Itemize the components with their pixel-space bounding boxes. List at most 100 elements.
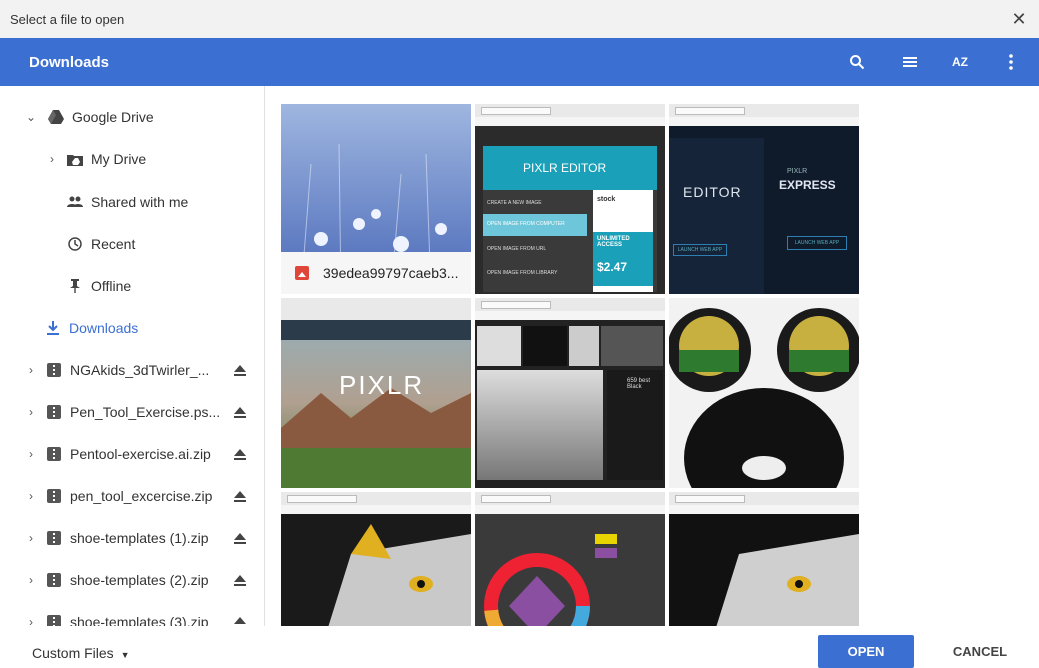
chevron-right-icon: › xyxy=(29,363,33,377)
sidebar-item-zip[interactable]: › NGAkids_3dTwirler_... xyxy=(26,349,264,391)
launch-web-app-button: LAUNCH WEB APP xyxy=(673,244,727,256)
sidebar-item-label: shoe-templates (2).zip xyxy=(70,572,209,588)
browser-chrome xyxy=(475,492,665,514)
file-thumbnail[interactable]: PIXLR xyxy=(281,298,471,488)
eject-icon[interactable] xyxy=(233,363,247,377)
sidebar-item-label: NGAkids_3dTwirler_... xyxy=(70,362,210,378)
folder-drive-icon xyxy=(67,151,83,167)
file-thumbnail[interactable]: EDITOR PIXLR EXPRESS LAUNCH WEB APP LAUN… xyxy=(669,104,859,294)
sidebar-item-zip[interactable]: › shoe-templates (2).zip xyxy=(26,559,264,601)
file-type-select[interactable]: Custom Files ▼ xyxy=(32,645,130,661)
zip-file-icon xyxy=(46,404,62,420)
sidebar-item-label: Pen_Tool_Exercise.ps... xyxy=(70,404,221,420)
menu-open-computer: OPEN IMAGE FROM COMPUTER xyxy=(487,221,565,227)
express-label: EXPRESS xyxy=(779,178,836,192)
google-drive-icon xyxy=(48,109,64,125)
eject-icon[interactable] xyxy=(233,447,247,461)
file-thumbnail[interactable] xyxy=(669,492,859,626)
sidebar-item-label: shoe-templates (3).zip xyxy=(70,614,209,626)
browser-chrome xyxy=(281,492,471,514)
sidebar: ⌄ Google Drive › My Drive Shared with me… xyxy=(0,86,265,626)
browser-chrome xyxy=(669,104,859,126)
file-thumbnail[interactable]: 39edea99797caeb3... xyxy=(281,104,471,294)
chevron-right-icon: › xyxy=(29,489,33,503)
eject-icon[interactable] xyxy=(233,573,247,587)
chevron-right-icon: › xyxy=(29,573,33,587)
zip-file-icon xyxy=(46,446,62,462)
list-view-icon[interactable] xyxy=(898,50,922,74)
file-thumbnail[interactable] xyxy=(475,492,665,626)
page-title: Downloads xyxy=(29,53,110,71)
zip-file-icon xyxy=(46,530,62,546)
pixlr-hero-title: PIXLR xyxy=(339,370,425,400)
eject-icon[interactable] xyxy=(233,489,247,503)
people-icon xyxy=(67,194,83,210)
clock-icon xyxy=(67,236,83,252)
sort-az-icon[interactable]: AZ xyxy=(948,50,972,74)
file-thumbnail[interactable]: PIXLR EDITOR CREATE A NEW IMAGE OPEN IMA… xyxy=(475,104,665,294)
file-picker-dialog: Select a file to open ✕ Downloads AZ ⌄ G… xyxy=(0,0,1039,668)
unlimited-access: UNLIMITED ACCESS xyxy=(597,236,630,248)
eject-icon[interactable] xyxy=(233,405,247,419)
sidebar-item-zip[interactable]: › pen_tool_excercise.zip xyxy=(26,475,264,517)
browser-chrome xyxy=(475,104,665,126)
eject-icon[interactable] xyxy=(233,615,247,626)
zip-file-icon xyxy=(46,488,62,504)
launch-web-app-button: LAUNCH WEB APP xyxy=(787,236,847,250)
search-icon[interactable] xyxy=(845,50,869,74)
footer: Custom Files ▼ OPEN CANCEL xyxy=(0,626,1039,668)
sidebar-item-label: Recent xyxy=(91,236,136,252)
image-file-icon xyxy=(295,266,309,280)
sidebar-item-zip[interactable]: › Pentool-exercise.ai.zip xyxy=(26,433,264,475)
sidebar-item-recent[interactable]: Recent xyxy=(67,223,135,265)
cancel-button[interactable]: CANCEL xyxy=(944,635,1016,668)
file-thumbnail[interactable] xyxy=(281,492,471,626)
file-caption: 39edea99797caeb3... xyxy=(281,252,471,294)
sidebar-item-zip[interactable]: › shoe-templates (3).zip xyxy=(26,601,264,626)
file-thumbnail[interactable]: 659 best Black xyxy=(475,298,665,488)
sidebar-item-label: Pentool-exercise.ai.zip xyxy=(70,446,211,462)
window-title: Select a file to open xyxy=(10,11,125,27)
sidebar-item-label: Offline xyxy=(91,278,132,294)
chevron-right-icon: › xyxy=(29,405,33,419)
sidebar-item-shared[interactable]: Shared with me xyxy=(67,181,188,223)
zip-file-icon xyxy=(46,362,62,378)
pin-icon xyxy=(67,278,83,294)
close-icon[interactable]: ✕ xyxy=(1007,7,1031,31)
thumbnail-image xyxy=(669,514,859,626)
chevron-right-icon: › xyxy=(50,152,54,166)
thumbnail-image xyxy=(281,514,471,626)
chevron-right-icon: › xyxy=(29,531,33,545)
open-button[interactable]: OPEN xyxy=(818,635,914,668)
sidebar-item-label: My Drive xyxy=(91,151,147,167)
eject-icon[interactable] xyxy=(233,531,247,545)
more-vert-icon[interactable] xyxy=(999,50,1023,74)
price: $2.47 xyxy=(597,260,628,274)
sidebar-item-label: Google Drive xyxy=(72,109,154,125)
sidebar-item-offline[interactable]: Offline xyxy=(67,265,131,307)
chevron-right-icon: › xyxy=(29,447,33,461)
file-grid: 39edea99797caeb3... PIXLR EDITOR CREATE … xyxy=(281,104,861,626)
sidebar-item-zip[interactable]: › shoe-templates (1).zip xyxy=(26,517,264,559)
menu-create: CREATE A NEW IMAGE xyxy=(487,200,542,206)
pixlr-small-label: PIXLR xyxy=(787,168,808,175)
sidebar-item-label: shoe-templates (1).zip xyxy=(70,530,209,546)
download-icon xyxy=(45,320,61,336)
sidebar-item-label: Shared with me xyxy=(91,194,189,210)
sidebar-item-label: pen_tool_excercise.zip xyxy=(70,488,213,504)
browser-chrome xyxy=(475,298,665,320)
chevron-down-icon: ⌄ xyxy=(25,110,37,124)
header-bar: Downloads AZ xyxy=(0,38,1039,86)
sidebar-item-downloads[interactable]: Downloads xyxy=(45,307,138,349)
file-thumbnail[interactable] xyxy=(669,298,859,488)
stock-word: stock xyxy=(597,196,616,203)
sidebar-item-my-drive[interactable]: › My Drive xyxy=(47,138,146,180)
file-type-label: Custom Files xyxy=(32,645,114,661)
thumbnail-image xyxy=(669,298,859,488)
sidebar-item-google-drive[interactable]: ⌄ Google Drive xyxy=(26,96,154,138)
pixlr-editor-title: PIXLR EDITOR xyxy=(483,146,657,190)
browser-chrome xyxy=(669,492,859,514)
file-name: 39edea99797caeb3... xyxy=(323,265,459,281)
sidebar-item-zip[interactable]: › Pen_Tool_Exercise.ps... xyxy=(26,391,264,433)
thumbnail-image xyxy=(475,514,665,626)
